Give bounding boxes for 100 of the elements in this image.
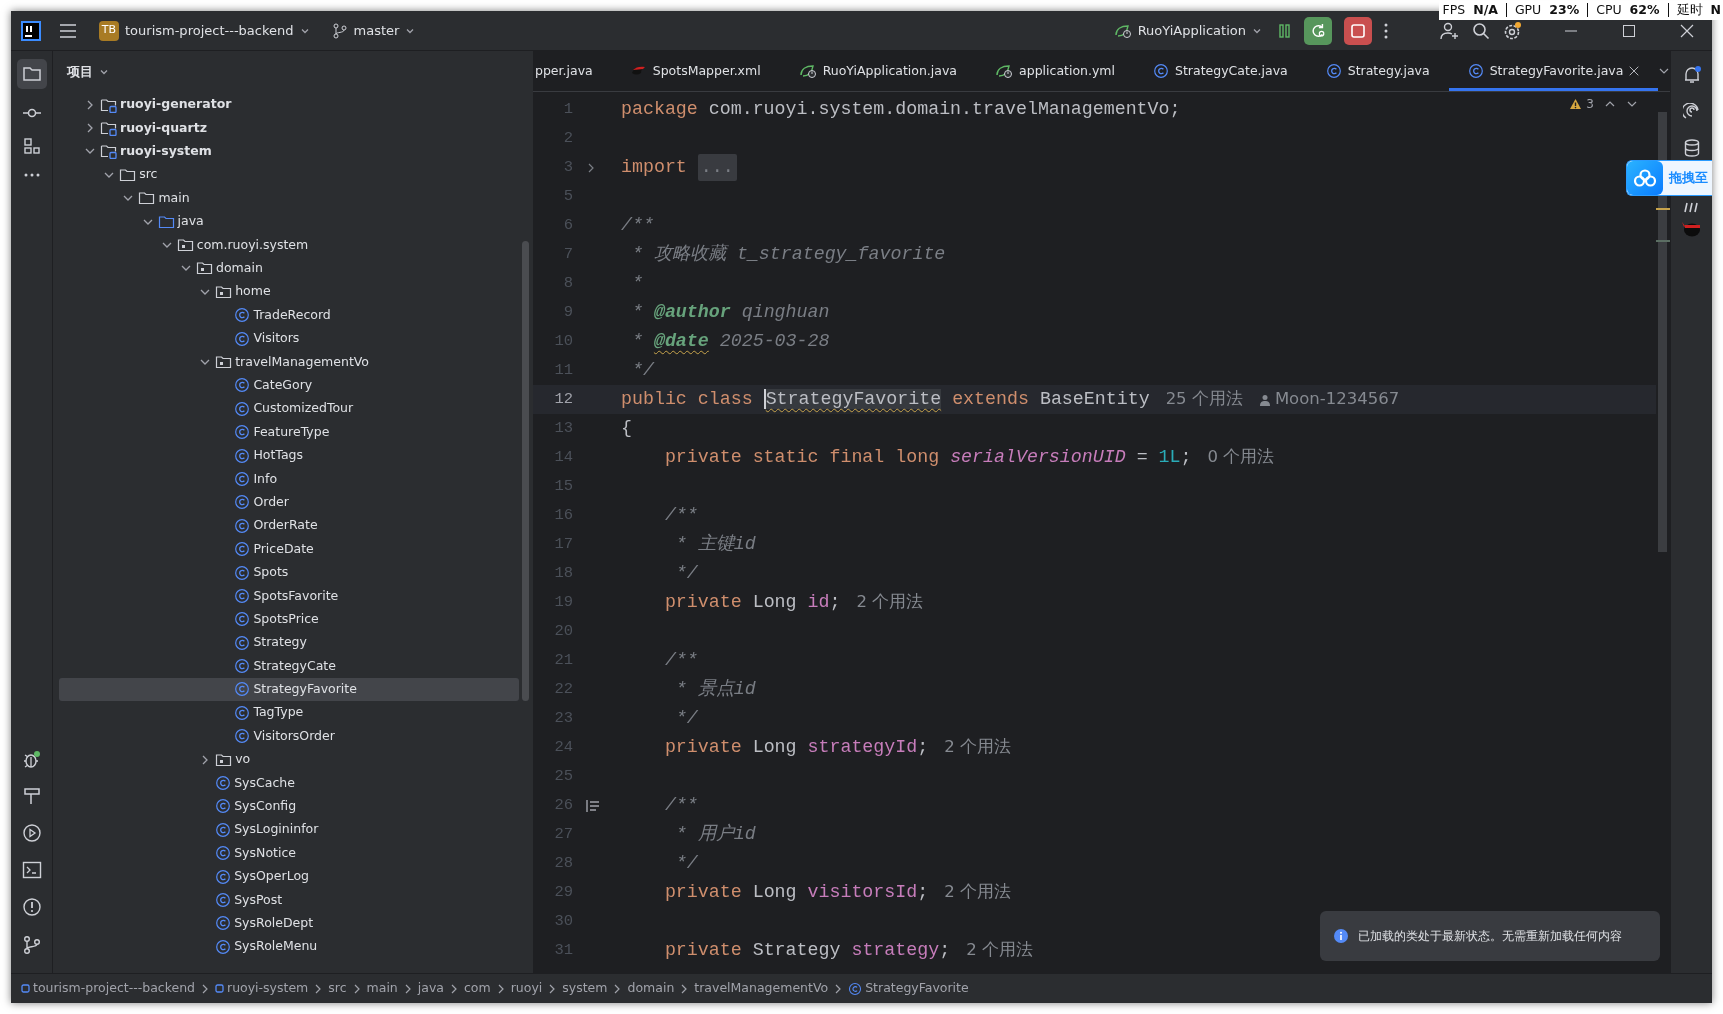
tree-item[interactable]: SysRoleMenu <box>59 935 519 959</box>
breadcrumb-item[interactable]: src <box>328 979 347 998</box>
code-line: * 用户id <box>674 822 756 846</box>
tree-item[interactable]: Visitors <box>59 326 519 351</box>
code-line: */ <box>630 358 654 382</box>
tree-item[interactable]: TradeRecord <box>59 303 519 327</box>
breadcrumb-item[interactable]: StrategyFavorite <box>848 979 969 998</box>
perf-value: 23% <box>1549 1 1580 19</box>
code-line: private Long id; <box>663 590 841 614</box>
tree-item[interactable]: SysLogininfor <box>59 818 519 842</box>
tree-item[interactable]: Spots <box>59 560 519 585</box>
tree-item[interactable]: VisitorsOrder <box>59 724 519 748</box>
breadcrumb-item[interactable]: system <box>562 979 608 998</box>
code-line: * @date 2025-03-28 <box>630 329 830 353</box>
tree-item[interactable]: HotTags <box>59 443 519 468</box>
tree-item[interactable]: StrategyFavorite <box>59 677 519 702</box>
tree-item[interactable]: SysNotice <box>59 841 519 865</box>
tree-item[interactable]: CateGory <box>59 373 519 398</box>
editor-tab[interactable]: RuoYiApplication.java <box>779 51 977 91</box>
tree-item[interactable]: TagType <box>59 701 519 725</box>
breadcrumb-item[interactable]: domain <box>627 979 675 998</box>
editor-tab[interactable]: Strategy.java <box>1306 51 1449 91</box>
breadcrumb-item[interactable]: java <box>417 979 444 998</box>
code-line: /** <box>621 213 654 237</box>
tree-item[interactable]: Info <box>59 467 519 491</box>
branch-selector[interactable]: master <box>327 18 420 43</box>
usage-hint[interactable]: 0 个用法 <box>1207 445 1275 470</box>
breadcrumb-item[interactable]: travelManagementVo <box>694 979 829 998</box>
project-badge: TB <box>99 20 119 41</box>
tree-item[interactable]: CustomizedTour <box>59 397 519 421</box>
editor-tab[interactable]: StrategyFavorite.java <box>1448 51 1659 91</box>
tree-item[interactable]: travelManagementVo <box>59 350 519 374</box>
perf-label: 延时 <box>1676 1 1703 19</box>
code-line: /** <box>663 503 698 527</box>
code-line: private Strategy strategy; <box>663 938 951 962</box>
breadcrumb-item[interactable]: tourism-project---backend <box>21 979 195 998</box>
tree-item[interactable]: ruoyi-quartz <box>59 116 519 140</box>
tree-item[interactable]: home <box>59 280 519 304</box>
code-line: /** <box>663 793 698 817</box>
tree-item[interactable]: ruoyi-generator <box>59 93 519 117</box>
breadcrumb-item[interactable]: main <box>366 979 398 998</box>
project-name: tourism-project---backend <box>125 21 294 40</box>
perf-label: CPU <box>1596 1 1622 19</box>
code-line: /** <box>663 648 698 672</box>
code-line: */ <box>674 561 698 585</box>
tree-item[interactable]: SpotsFavorite <box>59 584 519 608</box>
code-line: private static final long serialVersionUID = 1L; <box>663 445 1192 469</box>
perf-label: FPS <box>1442 1 1466 19</box>
breadcrumb-item[interactable]: com <box>464 979 491 998</box>
tree-item[interactable]: com.ruoyi.system <box>59 233 519 257</box>
tree-item[interactable]: ruoyi-system <box>59 139 519 164</box>
code-line: { <box>621 416 632 440</box>
tree-item[interactable]: SysPost <box>59 888 519 912</box>
tree-item[interactable]: StrategyCate <box>59 654 519 678</box>
tree-item[interactable]: Strategy <box>59 631 519 655</box>
breadcrumb-item[interactable]: ruoyi-system <box>215 979 309 998</box>
editor-tab[interactable]: SpotsMapper.xml <box>611 51 780 91</box>
tree-item[interactable]: domain <box>59 256 519 281</box>
perf-value: N/A <box>1473 1 1498 19</box>
usage-hint[interactable]: 25 个用法 <box>1165 387 1243 412</box>
tree-item[interactable]: FeatureType <box>59 420 519 444</box>
line-number: 12 <box>553 388 573 410</box>
tree-item[interactable]: SysOperLog <box>59 864 519 889</box>
project-selector[interactable]: TB tourism-project---backend <box>95 18 314 43</box>
perf-value: N <box>1710 1 1721 19</box>
usage-hint[interactable]: 2 个用法 <box>944 735 1011 760</box>
breadcrumb-item[interactable]: ruoyi <box>510 979 543 998</box>
usage-hint[interactable]: 2 个用法 <box>944 880 1011 905</box>
tree-item[interactable]: Order <box>59 490 519 515</box>
tree-item[interactable]: SpotsPrice <box>59 607 519 631</box>
problems-indicator[interactable]: 3 <box>1569 95 1594 113</box>
usage-hint[interactable]: 2 个用法 <box>856 590 924 615</box>
editor-tab[interactable]: pper.java <box>533 51 612 91</box>
code-line: private Long strategyId; <box>663 735 929 759</box>
tree-item[interactable]: main <box>59 186 519 210</box>
code-line: package com.ruoyi.system.domain.travelManagementVo; <box>621 97 1181 121</box>
editor-tab[interactable]: StrategyCate.java <box>1134 51 1307 91</box>
tree-item[interactable]: src <box>59 163 519 187</box>
tree-item[interactable]: PriceDate <box>59 537 519 561</box>
panel-title-dropdown[interactable]: 项目 <box>63 60 113 84</box>
code-line: public class StrategyFavorite extends BaseEntity <box>621 387 1150 411</box>
run-config-name: RuoYiApplication <box>1137 21 1246 40</box>
run-config-selector[interactable]: RuoYiApplication <box>1109 18 1266 43</box>
tree-item[interactable]: vo <box>59 747 519 772</box>
code-line: * 景点id <box>674 677 756 701</box>
code-line: * @author qinghuan <box>630 300 830 324</box>
tree-item[interactable]: SysConfig <box>59 794 519 819</box>
tree-item[interactable]: java <box>59 209 519 234</box>
tree-item[interactable]: OrderRate <box>59 514 519 538</box>
code-line: */ <box>674 851 698 875</box>
tree-item[interactable]: SysCache <box>59 771 519 795</box>
branch-name: master <box>353 21 400 40</box>
author-hint[interactable]: Moon-1234567 <box>1258 387 1400 412</box>
usage-hint[interactable]: 2 个用法 <box>966 938 1033 963</box>
code-line: * <box>630 271 643 295</box>
code-line: * 主键id <box>674 532 756 556</box>
code-line: import <box>621 155 688 179</box>
tree-item[interactable]: SysRoleDept <box>59 911 519 936</box>
notification-text: 已加载的类处于最新状态。无需重新加载任何内容 <box>1358 928 1622 945</box>
editor-tab[interactable]: application.yml <box>976 51 1135 91</box>
